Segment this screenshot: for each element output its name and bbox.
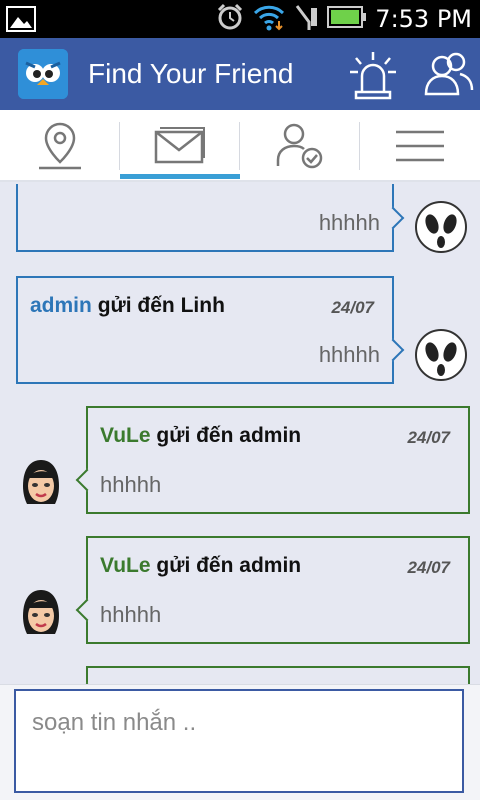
ghost-avatar <box>415 329 467 381</box>
female-avatar <box>23 460 59 504</box>
alarm-icon <box>215 2 245 37</box>
message-date: 24/07 <box>331 298 374 317</box>
message-body: hhhhh <box>100 472 162 497</box>
message-date: 24/07 <box>407 558 450 577</box>
message-recipient: Linh <box>180 294 225 317</box>
message-verb: gửi đến <box>156 554 234 577</box>
tab-friends[interactable] <box>240 110 360 182</box>
tab-messages[interactable] <box>120 110 240 182</box>
message-recipient: admin <box>239 554 302 577</box>
message-bubble-outgoing[interactable]: admin gửi đến Linh 24/07 hhhhh <box>16 276 394 384</box>
female-avatar <box>23 590 59 634</box>
hamburger-menu-icon <box>396 130 444 162</box>
user-check-icon <box>276 123 323 169</box>
message-list[interactable]: hhhhh admin gửi đến Linh 24/07 hhhhh VuL… <box>0 184 480 684</box>
message-bubble-incoming[interactable]: VuLe gửi đến admin 24/07 hhhhh <box>86 406 470 514</box>
message-bubble-incoming[interactable] <box>86 666 470 684</box>
clock: 7:53 PM <box>375 5 472 33</box>
message-header: VuLe gửi đến admin <box>100 424 301 448</box>
alarm-siren-icon[interactable] <box>346 48 400 100</box>
message-body: hhhhh <box>318 342 380 367</box>
message-header: admin gửi đến Linh <box>30 294 225 318</box>
tab-map[interactable] <box>0 110 120 182</box>
image-notification-icon <box>6 6 36 37</box>
active-tab-indicator <box>120 174 240 179</box>
app-title: Find Your Friend <box>88 58 294 89</box>
message-date: 24/07 <box>407 428 450 447</box>
message-verb: gửi đến <box>156 424 234 447</box>
message-sender: admin <box>30 294 92 317</box>
message-verb: gửi đến <box>97 294 175 317</box>
location-pin-icon <box>39 122 81 170</box>
message-sender: VuLe <box>100 554 151 577</box>
battery-icon <box>327 5 367 34</box>
friends-group-icon[interactable] <box>422 48 476 100</box>
status-bar: 7:53 PM <box>0 0 480 38</box>
app-logo-icon[interactable] <box>18 49 68 99</box>
message-sender: VuLe <box>100 424 151 447</box>
message-bubble-outgoing[interactable]: hhhhh <box>16 184 394 252</box>
composer-bar <box>0 684 480 800</box>
message-body: hhhhh <box>318 210 380 235</box>
message-bubble-incoming[interactable]: VuLe gửi đến admin 24/07 hhhhh <box>86 536 470 644</box>
message-header: VuLe gửi đến admin <box>100 554 301 578</box>
envelope-icon <box>154 127 205 164</box>
action-bar: Find Your Friend <box>0 38 480 110</box>
wifi-icon <box>253 3 285 36</box>
tab-bar <box>0 110 480 182</box>
tab-menu[interactable] <box>360 110 480 182</box>
signal-icon <box>293 2 319 37</box>
message-body: hhhhh <box>100 602 162 627</box>
message-recipient: admin <box>239 424 302 447</box>
ghost-avatar <box>415 201 467 253</box>
message-input[interactable] <box>14 689 464 793</box>
